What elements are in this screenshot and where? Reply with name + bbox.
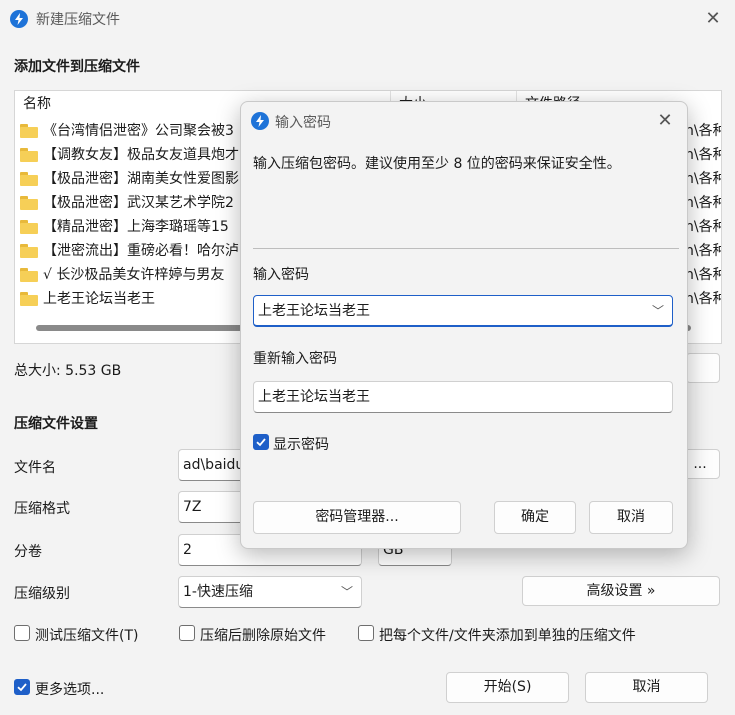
list-item-name: 【极品泄密】武汉某艺术学院2 — [43, 195, 234, 211]
window-close-icon[interactable]: ✕ — [701, 9, 725, 29]
delete-originals-checkbox[interactable] — [179, 625, 195, 641]
app-logo-icon — [10, 10, 28, 28]
delete-originals-label: 压缩后删除原始文件 — [200, 628, 326, 644]
split-label: 分卷 — [14, 544, 42, 560]
reenter-password-label: 重新输入密码 — [253, 351, 337, 367]
list-item-name: 上老王论坛当老王 — [43, 291, 155, 307]
level-select-value: 1-快速压缩 — [183, 584, 253, 600]
format-select-value: 7Z — [183, 499, 202, 515]
ok-button[interactable]: 确定 — [494, 501, 576, 534]
test-archive-label: 测试压缩文件(T) — [35, 628, 139, 644]
list-item-name: 【精品泄密】上海李璐瑶等15 — [43, 219, 229, 235]
dialog-cancel-button[interactable]: 取消 — [589, 501, 673, 534]
format-label: 压缩格式 — [14, 501, 70, 517]
folder-icon — [20, 220, 38, 234]
reenter-password-input[interactable]: 上老王论坛当老王 — [253, 381, 673, 413]
password-input-value: 上老王论坛当老王 — [258, 303, 370, 319]
folder-icon — [20, 148, 38, 162]
separate-archives-checkbox[interactable] — [358, 625, 374, 641]
hidden-button-edge[interactable] — [686, 353, 720, 383]
dialog-logo-icon — [251, 112, 269, 130]
checkmark-icon — [256, 438, 266, 447]
list-item-path: n\各种 — [685, 123, 721, 139]
password-input[interactable]: 上老王论坛当老王 ﹀ — [253, 295, 673, 327]
folder-icon — [20, 244, 38, 258]
more-options-label: 更多选项... — [35, 682, 105, 698]
level-label: 压缩级别 — [14, 586, 70, 602]
split-size-value: 2 — [183, 542, 192, 558]
total-size-text: 总大小: 5.53 GB — [14, 363, 122, 379]
dialog-description: 输入压缩包密码。建议使用至少 8 位的密码来保证安全性。 — [253, 156, 621, 172]
list-item-name: 【极品泄密】湖南美女性爱图影 — [43, 171, 239, 187]
list-item-path: n\各种 — [685, 195, 721, 211]
list-item-name: 【泄密流出】重磅必看！哈尔泸 — [43, 243, 239, 259]
list-item-name: 《台湾情侣泄密》公司聚会被3 — [43, 123, 234, 139]
filename-label: 文件名 — [14, 460, 56, 476]
list-item-path: n\各种 — [685, 243, 721, 259]
list-item-path: n\各种 — [685, 147, 721, 163]
list-item-path: n\各种 — [685, 219, 721, 235]
password-dialog: 输入密码 ✕ 输入压缩包密码。建议使用至少 8 位的密码来保证安全性。 输入密码… — [240, 101, 688, 549]
chevron-down-icon[interactable]: ﹀ — [652, 296, 664, 325]
list-item-path: n\各种 — [685, 171, 721, 187]
chevron-down-icon: ﹀ — [340, 585, 353, 599]
dialog-close-icon[interactable]: ✕ — [653, 111, 677, 131]
list-item-name: √ 长沙极品美女许梓婷与男友 — [43, 267, 225, 283]
separate-archives-label: 把每个文件/文件夹添加到单独的压缩文件 — [379, 628, 636, 644]
advanced-settings-button[interactable]: 高级设置 » — [522, 576, 720, 606]
list-item-path: n\各种 — [685, 291, 721, 307]
folder-icon — [20, 196, 38, 210]
folder-icon — [20, 124, 38, 138]
list-item-path: n\各种 — [685, 267, 721, 283]
section-title-add-files: 添加文件到压缩文件 — [14, 59, 140, 75]
start-button[interactable]: 开始(S) — [446, 672, 569, 703]
section-title-settings: 压缩文件设置 — [14, 416, 98, 432]
folder-icon — [20, 268, 38, 282]
test-archive-checkbox[interactable] — [14, 625, 30, 641]
window-title: 新建压缩文件 — [36, 12, 120, 28]
password-manager-button[interactable]: 密码管理器... — [253, 501, 461, 534]
main-cancel-button[interactable]: 取消 — [585, 672, 708, 703]
dialog-title: 输入密码 — [275, 115, 331, 131]
show-password-label: 显示密码 — [273, 437, 329, 453]
level-select[interactable]: 1-快速压缩 ﹀ — [178, 576, 362, 608]
dialog-divider — [253, 248, 679, 249]
folder-icon — [20, 292, 38, 306]
more-options-checkbox[interactable] — [14, 679, 30, 695]
list-item-name: 【调教女友】极品女友道具炮才 — [43, 147, 239, 163]
folder-icon — [20, 172, 38, 186]
password-label: 输入密码 — [253, 267, 309, 283]
show-password-checkbox[interactable] — [253, 434, 269, 450]
checkmark-icon — [17, 683, 27, 692]
